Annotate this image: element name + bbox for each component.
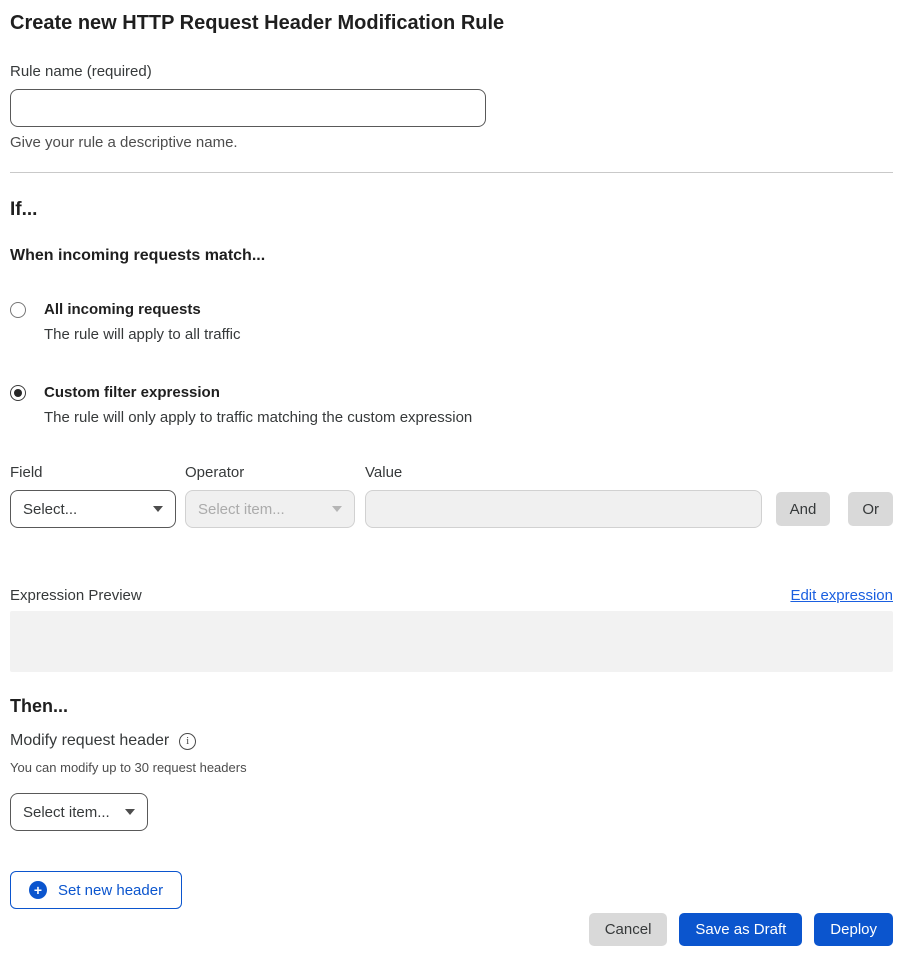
expression-preview-label: Expression Preview bbox=[10, 586, 142, 605]
match-subheading: When incoming requests match... bbox=[10, 245, 893, 266]
plus-icon: + bbox=[29, 881, 47, 899]
expression-preview-row: Expression Preview Edit expression bbox=[10, 586, 893, 605]
or-button[interactable]: Or bbox=[848, 492, 893, 526]
info-icon[interactable]: i bbox=[179, 733, 196, 750]
modify-header-row: Modify request header i bbox=[10, 731, 893, 751]
set-new-header-label: Set new header bbox=[58, 882, 163, 899]
field-column: Field Select... bbox=[10, 464, 176, 528]
operator-select[interactable]: Select item... bbox=[185, 490, 355, 528]
radio-label[interactable]: All incoming requests bbox=[44, 300, 240, 320]
radio-option-all-requests[interactable]: All incoming requests The rule will appl… bbox=[10, 300, 893, 345]
radio-option-texts: Custom filter expression The rule will o… bbox=[44, 383, 472, 428]
cancel-button[interactable]: Cancel bbox=[589, 913, 668, 946]
deploy-button[interactable]: Deploy bbox=[814, 913, 893, 946]
radio-description: The rule will only apply to traffic matc… bbox=[44, 408, 472, 428]
field-label: Field bbox=[10, 464, 176, 482]
edit-expression-link[interactable]: Edit expression bbox=[790, 587, 893, 604]
radio-button[interactable] bbox=[10, 302, 26, 318]
save-as-draft-button[interactable]: Save as Draft bbox=[679, 913, 802, 946]
field-select-value: Select... bbox=[23, 501, 77, 518]
expression-builder-row: Field Select... Operator Select item... … bbox=[10, 464, 893, 528]
radio-button[interactable] bbox=[10, 385, 26, 401]
header-item-select-value: Select item... bbox=[23, 804, 110, 821]
rule-name-label: Rule name (required) bbox=[10, 62, 893, 81]
radio-description: The rule will apply to all traffic bbox=[44, 325, 240, 345]
chevron-down-icon bbox=[125, 809, 135, 815]
header-item-select[interactable]: Select item... bbox=[10, 793, 148, 831]
modify-header-label: Modify request header bbox=[10, 731, 169, 751]
modify-header-helper: You can modify up to 30 request headers bbox=[10, 760, 893, 776]
value-column: Value bbox=[365, 464, 762, 528]
then-section-heading: Then... bbox=[10, 696, 893, 717]
create-rule-form: Create new HTTP Request Header Modificat… bbox=[0, 0, 899, 966]
section-divider bbox=[10, 172, 893, 173]
operator-label: Operator bbox=[185, 464, 355, 482]
operator-column: Operator Select item... bbox=[185, 464, 355, 528]
expression-preview-box bbox=[10, 611, 893, 672]
rule-name-input[interactable] bbox=[10, 89, 486, 127]
field-select[interactable]: Select... bbox=[10, 490, 176, 528]
radio-option-texts: All incoming requests The rule will appl… bbox=[44, 300, 240, 345]
page-title: Create new HTTP Request Header Modificat… bbox=[10, 10, 893, 36]
if-section-heading: If... bbox=[10, 199, 893, 221]
footer-actions: Cancel Save as Draft Deploy bbox=[10, 913, 893, 946]
radio-option-custom-expression[interactable]: Custom filter expression The rule will o… bbox=[10, 383, 893, 428]
value-label: Value bbox=[365, 464, 762, 482]
and-button[interactable]: And bbox=[776, 492, 831, 526]
radio-label[interactable]: Custom filter expression bbox=[44, 383, 472, 403]
chevron-down-icon bbox=[332, 506, 342, 512]
chevron-down-icon bbox=[153, 506, 163, 512]
value-input[interactable] bbox=[365, 490, 762, 528]
rule-name-helper: Give your rule a descriptive name. bbox=[10, 133, 893, 152]
operator-select-value: Select item... bbox=[198, 501, 285, 518]
set-new-header-button[interactable]: + Set new header bbox=[10, 871, 182, 909]
